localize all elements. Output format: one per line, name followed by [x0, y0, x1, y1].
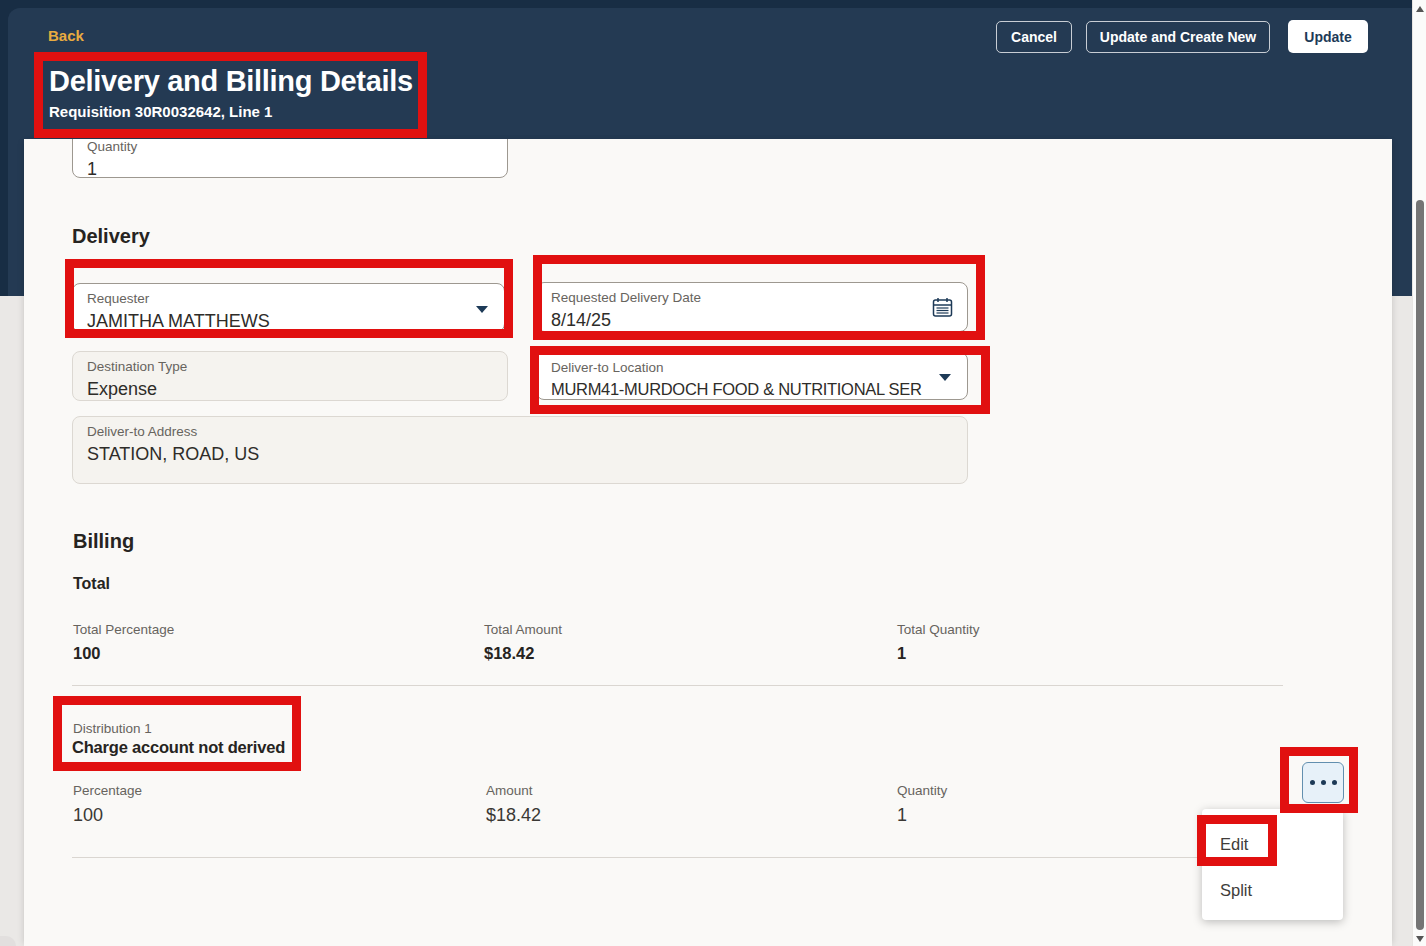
divider — [72, 857, 1283, 858]
quantity-col-label: Quantity — [897, 783, 947, 798]
billing-heading: Billing — [73, 530, 134, 553]
requested-delivery-date-label: Requested Delivery Date — [551, 290, 953, 307]
quantity-label: Quantity — [87, 139, 493, 156]
requester-field[interactable]: Requester JAMITHA MATTHEWS — [72, 283, 505, 332]
destination-type-value: Expense — [87, 379, 493, 400]
back-link[interactable]: Back — [48, 27, 84, 44]
destination-type-field: Destination Type Expense — [72, 351, 508, 401]
requested-delivery-date-field[interactable]: Requested Delivery Date 8/14/25 — [536, 282, 968, 332]
requester-label: Requester — [87, 291, 490, 308]
cancel-button[interactable]: Cancel — [996, 21, 1072, 53]
total-quantity-label: Total Quantity — [897, 622, 980, 637]
row-actions-ellipsis-button[interactable] — [1302, 762, 1344, 803]
amount-value: $18.42 — [486, 805, 541, 826]
page-subtitle: Requisition 30R0032642, Line 1 — [49, 103, 272, 120]
total-heading: Total — [73, 575, 110, 593]
distribution-label: Distribution 1 — [73, 721, 152, 736]
page: Back Delivery and Billing Details Requis… — [0, 0, 1426, 946]
update-and-create-new-button[interactable]: Update and Create New — [1086, 21, 1270, 53]
destination-type-label: Destination Type — [87, 359, 493, 376]
chevron-down-icon[interactable] — [476, 306, 488, 313]
chevron-down-icon[interactable] — [939, 374, 951, 381]
percentage-label: Percentage — [73, 783, 142, 798]
total-amount-label: Total Amount — [484, 622, 562, 637]
menu-item-edit[interactable]: Edit — [1202, 821, 1343, 867]
total-quantity-value: 1 — [897, 644, 906, 663]
scrollbar-down-arrow[interactable] — [1416, 936, 1424, 942]
quantity-field[interactable]: Quantity 1 — [72, 139, 508, 178]
total-percentage-value: 100 — [73, 644, 101, 663]
total-percentage-label: Total Percentage — [73, 622, 174, 637]
menu-item-split[interactable]: Split — [1202, 867, 1343, 913]
calendar-icon[interactable] — [932, 297, 953, 322]
requested-delivery-date-value: 8/14/25 — [551, 310, 953, 331]
percentage-value: 100 — [73, 805, 103, 826]
content-card: Quantity 1 Delivery Requester JAMITHA MA… — [24, 139, 1392, 946]
requester-value: JAMITHA MATTHEWS — [87, 311, 490, 332]
deliver-to-location-field[interactable]: Deliver-to Location MURM41-MURDOCH FOOD … — [536, 352, 968, 400]
update-button[interactable]: Update — [1288, 20, 1368, 53]
deliver-to-location-label: Deliver-to Location — [551, 360, 953, 377]
scrollbar-thumb[interactable] — [1416, 200, 1424, 930]
deliver-to-address-label: Deliver-to Address — [87, 424, 953, 441]
amount-label: Amount — [486, 783, 533, 798]
scrollbar[interactable] — [1412, 0, 1426, 946]
ellipsis-icon — [1310, 780, 1315, 785]
scrollbar-up-arrow[interactable] — [1416, 6, 1424, 12]
divider — [72, 685, 1283, 686]
delivery-heading: Delivery — [72, 225, 150, 248]
total-amount-value: $18.42 — [484, 644, 534, 663]
page-title: Delivery and Billing Details — [49, 65, 413, 98]
deliver-to-address-value: STATION, ROAD, US — [87, 444, 953, 465]
corner-artifact — [0, 936, 16, 946]
row-actions-menu: Edit Split — [1202, 809, 1343, 920]
quantity-row-value: 1 — [897, 805, 907, 826]
charge-account-status: Charge account not derived — [72, 738, 285, 757]
deliver-to-address-field: Deliver-to Address STATION, ROAD, US — [72, 416, 968, 484]
deliver-to-location-value: MURM41-MURDOCH FOOD & NUTRITIONAL SER — [551, 380, 953, 399]
quantity-value: 1 — [87, 159, 493, 180]
